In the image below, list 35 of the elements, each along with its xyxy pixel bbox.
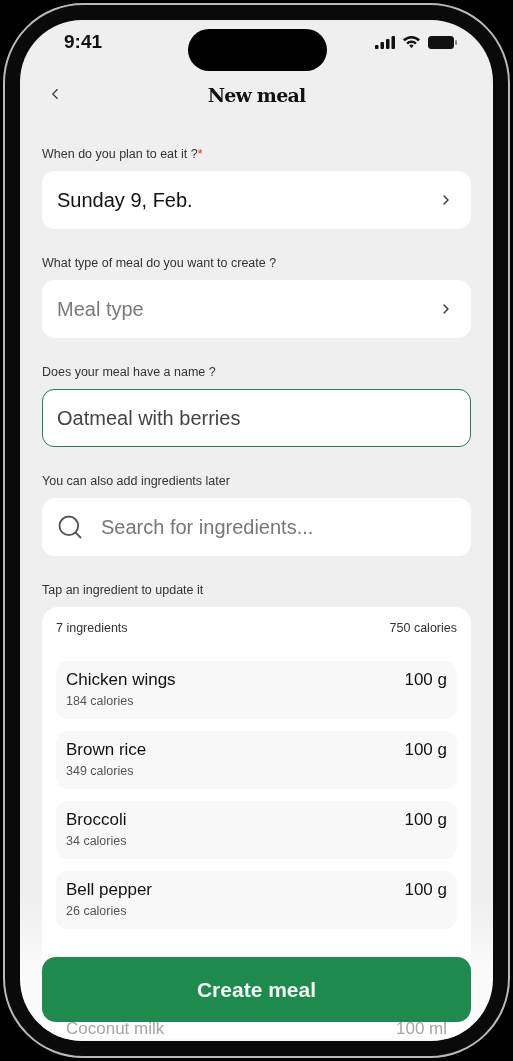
ingredient-amount: 100 g	[404, 670, 447, 691]
field-label: When do you plan to eat it ?*	[42, 147, 204, 161]
ingredient-row[interactable]: Brown rice 349 calories 100 g	[56, 731, 457, 789]
field-label: What type of meal do you want to create ?	[42, 256, 278, 270]
ingredient-row[interactable]: Chicken wings 184 calories 100 g	[56, 661, 457, 719]
ingredient-calories: 349 calories	[66, 764, 135, 778]
battery-icon	[428, 35, 457, 49]
ingredient-row[interactable]: Bell pepper 26 calories 100 g	[56, 871, 457, 929]
search-icon	[56, 513, 84, 541]
calorie-total: 750 calories	[389, 621, 457, 635]
wifi-icon	[402, 35, 421, 49]
signal-icon	[375, 35, 395, 49]
ingredient-amount: 100 g	[404, 740, 447, 761]
field-label: You can also add ingredients later	[42, 474, 231, 488]
status-time: 9:41	[64, 31, 103, 53]
search-field[interactable]: Search for ingredients...	[42, 498, 471, 556]
field-label: Does your meal have a name ?	[42, 365, 217, 379]
create-meal-button[interactable]: Create meal	[42, 957, 471, 1022]
ingredient-calories: 26 calories	[66, 904, 128, 918]
select-field[interactable]: Sunday 9, Feb.	[42, 171, 471, 229]
page-title: New meal	[207, 84, 306, 106]
ingredients-hint: Tap an ingredient to update it	[42, 583, 205, 597]
ingredient-amount: 100 g	[404, 810, 447, 831]
ingredient-calories: 34 calories	[66, 834, 127, 848]
ingredient-calories: 184 calories	[66, 694, 135, 708]
ingredient-count: 7 ingredients	[56, 621, 128, 635]
ingredient-name: Bell pepper	[66, 880, 152, 900]
name-field[interactable]: Oatmeal with berries	[42, 389, 471, 447]
ingredient-name: Brown rice	[66, 740, 147, 760]
ingredient-amount: 100 g	[404, 880, 447, 901]
ingredient-row[interactable]: Broccoli 34 calories 100 g	[56, 801, 457, 859]
select-field[interactable]: Meal type	[42, 280, 471, 338]
ingredient-name: Chicken wings	[66, 670, 176, 690]
ingredient-name: Broccoli	[66, 810, 127, 830]
ingredient-amount: 100 ml	[395, 1019, 447, 1039]
